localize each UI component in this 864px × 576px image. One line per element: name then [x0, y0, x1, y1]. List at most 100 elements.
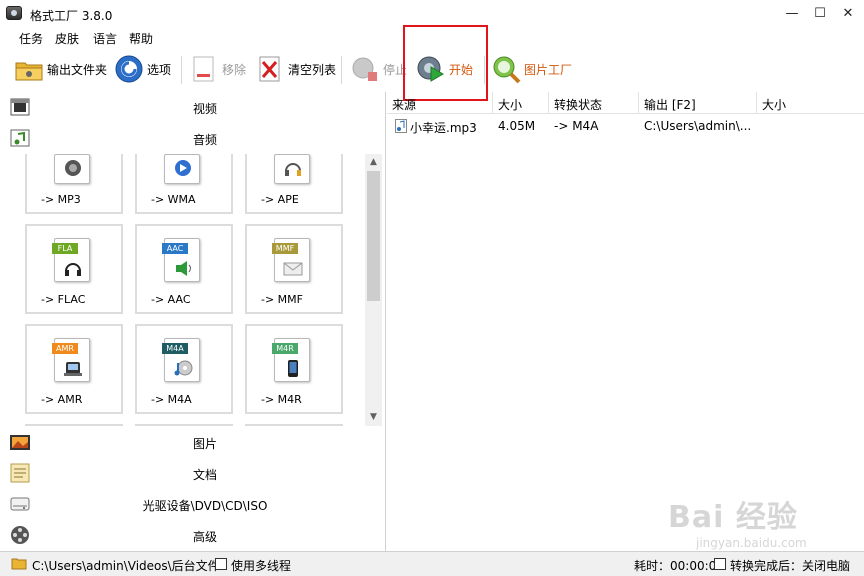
m4r-file-icon: M4R [272, 338, 310, 382]
multithread-checkbox[interactable] [215, 558, 227, 570]
scroll-up-arrow[interactable]: ▲ [365, 155, 382, 170]
picture-factory-icon [491, 54, 521, 84]
m4a-file-icon: M4A [162, 338, 200, 382]
phone-icon [64, 362, 82, 376]
category-document[interactable]: 文档 [0, 458, 386, 489]
format-label: -> M4R [261, 393, 302, 406]
after-convert-label: 转换完成后：关闭电脑 [730, 559, 851, 573]
options-gear-icon [114, 54, 144, 84]
maximize-button[interactable]: ☐ [806, 4, 834, 24]
options-button[interactable]: 选项 [114, 52, 171, 86]
mp3-speaker-icon [54, 154, 90, 184]
format-tile-m4a[interactable]: M4A -> M4A [135, 324, 233, 414]
output-folder-label: 输出文件夹 [47, 62, 108, 77]
window-title: 格式工厂 3.8.0 [30, 9, 113, 23]
options-label: 选项 [147, 62, 172, 77]
category-video-label: 视频 [192, 102, 217, 116]
column-header-output-size[interactable]: 大小 [757, 92, 864, 114]
envelope-icon [283, 262, 303, 276]
watermark-sub: jingyan.baidu.com [696, 536, 807, 550]
scroll-thumb[interactable] [367, 171, 380, 301]
format-tile-amr[interactable]: AMR -> AMR [25, 324, 123, 414]
format-label: -> M4A [151, 393, 192, 406]
menu-task[interactable]: 任务 [19, 30, 43, 47]
status-folder-icon [11, 556, 27, 573]
format-tile-wma[interactable]: -> WMA [135, 154, 233, 214]
remove-doc-icon [189, 54, 219, 84]
format-tile-ape[interactable]: -> APE [245, 154, 343, 214]
category-picture[interactable]: 图片 [0, 427, 386, 458]
menu-help[interactable]: 帮助 [129, 30, 153, 47]
remove-label: 移除 [222, 62, 247, 77]
format-label: -> MP3 [41, 193, 81, 206]
format-tile-flac[interactable]: FLA -> FLAC [25, 224, 123, 314]
stop-button[interactable]: 停止 [350, 52, 407, 86]
format-tile-m4r[interactable]: M4R -> M4R [245, 324, 343, 414]
aac-tag: AAC [162, 243, 188, 254]
row-output: C:\Users\admin\... [644, 119, 752, 133]
column-header-size[interactable]: 大小 [493, 92, 549, 114]
output-folder-button[interactable]: 输出文件夹 [14, 52, 107, 86]
column-header-output[interactable]: 输出 [F2] [639, 92, 757, 114]
clear-list-label: 清空列表 [288, 62, 337, 77]
speaker-icon [176, 261, 191, 276]
format-tile-partial[interactable] [25, 424, 123, 426]
mmf-tag: MMF [272, 243, 298, 254]
category-optical-label: 光驱设备\DVD\CD\ISO [142, 499, 268, 513]
format-tile-mmf[interactable]: MMF -> MMF [245, 224, 343, 314]
format-tile-aac[interactable]: AAC -> AAC [135, 224, 233, 314]
minimize-button[interactable]: — [778, 4, 806, 24]
column-header-status[interactable]: 转换状态 [549, 92, 639, 114]
row-size: 4.05M [498, 119, 536, 133]
toolbar-divider [181, 56, 182, 84]
shutdown-checkbox[interactable] [714, 558, 726, 570]
amr-tag: AMR [52, 343, 78, 354]
format-grid: -> MP3 -> WMA -> APE FLA -> FLAC AAC -> … [0, 154, 386, 426]
category-panel: 视频 音频 -> MP3 -> WMA -> APE FLA -> FLAC A… [0, 92, 386, 551]
category-video[interactable]: 视频 [0, 92, 386, 123]
mmf-file-icon: MMF [272, 238, 310, 282]
elapsed-time: 耗时：00:00:00 [634, 559, 724, 573]
picture-factory-label: 图片工厂 [524, 62, 573, 77]
category-document-label: 文档 [192, 468, 217, 482]
format-tile-partial[interactable] [245, 424, 343, 426]
amr-file-icon: AMR [52, 338, 90, 382]
picture-factory-button[interactable]: 图片工厂 [491, 52, 572, 86]
multithread-label: 使用多线程 [231, 559, 292, 573]
scroll-down-arrow[interactable]: ▼ [365, 410, 382, 425]
clear-list-button[interactable]: 清空列表 [255, 52, 336, 86]
m4a-tag: M4A [162, 343, 188, 354]
category-optical[interactable]: 光驱设备\DVD\CD\ISO [0, 489, 386, 520]
column-header-source[interactable]: 来源 [387, 92, 493, 114]
format-label: -> APE [261, 193, 299, 206]
category-audio[interactable]: 音频 [0, 123, 386, 154]
category-audio-label: 音频 [192, 133, 217, 147]
title-bar: 格式工厂 3.8.0 — ☐ ✕ [0, 0, 864, 28]
folder-icon [14, 54, 44, 84]
format-scrollbar[interactable]: ▲ ▼ [365, 154, 382, 426]
row-source: 小幸运.mp3 [410, 121, 477, 135]
flac-file-icon: FLA [52, 238, 90, 282]
music-file-icon [395, 119, 407, 136]
format-label: -> AAC [151, 293, 191, 306]
category-picture-label: 图片 [192, 437, 217, 451]
aac-file-icon: AAC [162, 238, 200, 282]
start-highlight-frame [403, 25, 488, 101]
format-tile-partial[interactable] [135, 424, 233, 426]
format-label: -> FLAC [41, 293, 86, 306]
format-label: -> AMR [41, 393, 83, 406]
category-advanced[interactable]: 高级 [0, 520, 386, 551]
smartphone-icon [288, 360, 298, 377]
output-path[interactable]: C:\Users\admin\Videos\后台文件 [32, 557, 220, 574]
headphone-icon [65, 263, 81, 276]
format-tile-mp3[interactable]: -> MP3 [25, 154, 123, 214]
row-status: -> M4A [554, 119, 599, 133]
task-list: 来源 大小 转换状态 输出 [F2] 大小 小幸运.mp3 4.05M -> M… [387, 92, 864, 551]
toolbar-divider [341, 56, 342, 84]
m4r-tag: M4R [272, 343, 298, 354]
close-button[interactable]: ✕ [834, 4, 862, 24]
menu-skin[interactable]: 皮肤 [55, 30, 79, 47]
wma-play-icon [164, 154, 200, 184]
menu-language[interactable]: 语言 [93, 30, 117, 47]
remove-button[interactable]: 移除 [189, 52, 246, 86]
